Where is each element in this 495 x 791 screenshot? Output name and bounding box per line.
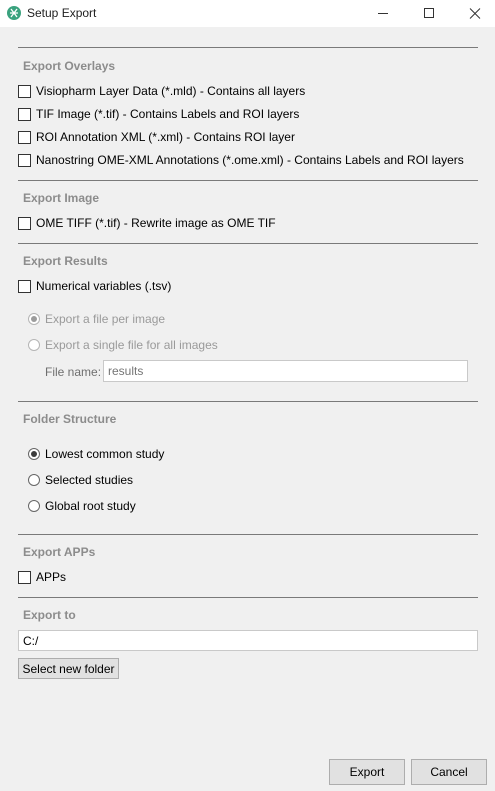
numerical-variables-label: Numerical variables (.tsv) <box>36 279 172 293</box>
selected-studies-radio[interactable] <box>28 474 40 486</box>
file-name-label: File name: <box>45 365 102 379</box>
selected-studies-label: Selected studies <box>45 473 134 487</box>
maximize-icon <box>424 8 434 18</box>
section-divider <box>18 534 478 535</box>
mld-label: Visiopharm Layer Data (*.mld) - Contains… <box>36 84 306 98</box>
visiopharm-logo-icon <box>7 6 21 20</box>
folder-structure-title: Folder Structure <box>23 412 117 426</box>
export-to-title: Export to <box>23 608 76 622</box>
numerical-variables-option[interactable]: Numerical variables (.tsv) <box>18 278 171 294</box>
single-file-label: Export a single file for all images <box>45 338 218 352</box>
lowest-common-study-label: Lowest common study <box>45 447 165 461</box>
tif-checkbox[interactable] <box>18 107 31 121</box>
lowest-common-study-radio[interactable] <box>28 448 40 460</box>
close-icon <box>469 8 481 19</box>
export-image-title: Export Image <box>23 191 100 205</box>
radio-global-root-study[interactable]: Global root study <box>28 498 136 514</box>
file-per-image-radio[interactable] <box>28 313 40 325</box>
section-divider <box>18 401 478 402</box>
global-root-study-label: Global root study <box>45 499 136 513</box>
ome-xml-checkbox[interactable] <box>18 153 31 167</box>
ome-tiff-checkbox[interactable] <box>18 216 31 230</box>
radio-single-file[interactable]: Export a single file for all images <box>28 337 218 353</box>
apps-label: APPs <box>36 570 67 584</box>
ome-xml-label: Nanostring OME-XML Annotations (*.ome.xm… <box>36 153 464 167</box>
apps-checkbox[interactable] <box>18 570 31 584</box>
single-file-radio[interactable] <box>28 339 40 351</box>
overlay-option-ome-xml[interactable]: Nanostring OME-XML Annotations (*.ome.xm… <box>18 152 464 168</box>
section-divider <box>18 597 478 598</box>
export-results-title: Export Results <box>23 254 108 268</box>
radio-selected-studies[interactable]: Selected studies <box>28 472 133 488</box>
overlay-option-xml[interactable]: ROI Annotation XML (*.xml) - Contains RO… <box>18 129 295 145</box>
minimize-icon <box>378 13 388 14</box>
radio-lowest-common-study[interactable]: Lowest common study <box>28 446 164 462</box>
numerical-variables-checkbox[interactable] <box>18 279 31 293</box>
maximize-button[interactable] <box>406 0 452 27</box>
window-title: Setup Export <box>27 6 97 20</box>
overlay-option-mld[interactable]: Visiopharm Layer Data (*.mld) - Contains… <box>18 83 305 99</box>
overlay-option-tif[interactable]: TIF Image (*.tif) - Contains Labels and … <box>18 106 299 122</box>
global-root-study-radio[interactable] <box>28 500 40 512</box>
image-option-ome-tiff[interactable]: OME TIFF (*.tif) - Rewrite image as OME … <box>18 215 276 231</box>
radio-file-per-image[interactable]: Export a file per image <box>28 311 165 327</box>
export-overlays-title: Export Overlays <box>23 59 116 73</box>
tif-label: TIF Image (*.tif) - Contains Labels and … <box>36 107 300 121</box>
mld-checkbox[interactable] <box>18 84 31 98</box>
file-name-input[interactable] <box>103 360 468 382</box>
file-per-image-label: Export a file per image <box>45 312 166 326</box>
section-divider <box>18 47 478 48</box>
ome-tiff-label: OME TIFF (*.tif) - Rewrite image as OME … <box>36 216 276 230</box>
export-button[interactable]: Export <box>329 759 405 785</box>
select-new-folder-button[interactable]: Select new folder <box>18 658 119 679</box>
export-apps-title: Export APPs <box>23 545 96 559</box>
section-divider <box>18 243 478 244</box>
cancel-button[interactable]: Cancel <box>411 759 487 785</box>
xml-checkbox[interactable] <box>18 130 31 144</box>
section-divider <box>18 180 478 181</box>
title-bar: Setup Export <box>0 0 495 27</box>
minimize-button[interactable] <box>360 0 406 27</box>
export-path-input[interactable] <box>18 630 478 651</box>
apps-option[interactable]: APPs <box>18 569 66 585</box>
close-button[interactable] <box>452 0 495 27</box>
xml-label: ROI Annotation XML (*.xml) - Contains RO… <box>36 130 295 144</box>
